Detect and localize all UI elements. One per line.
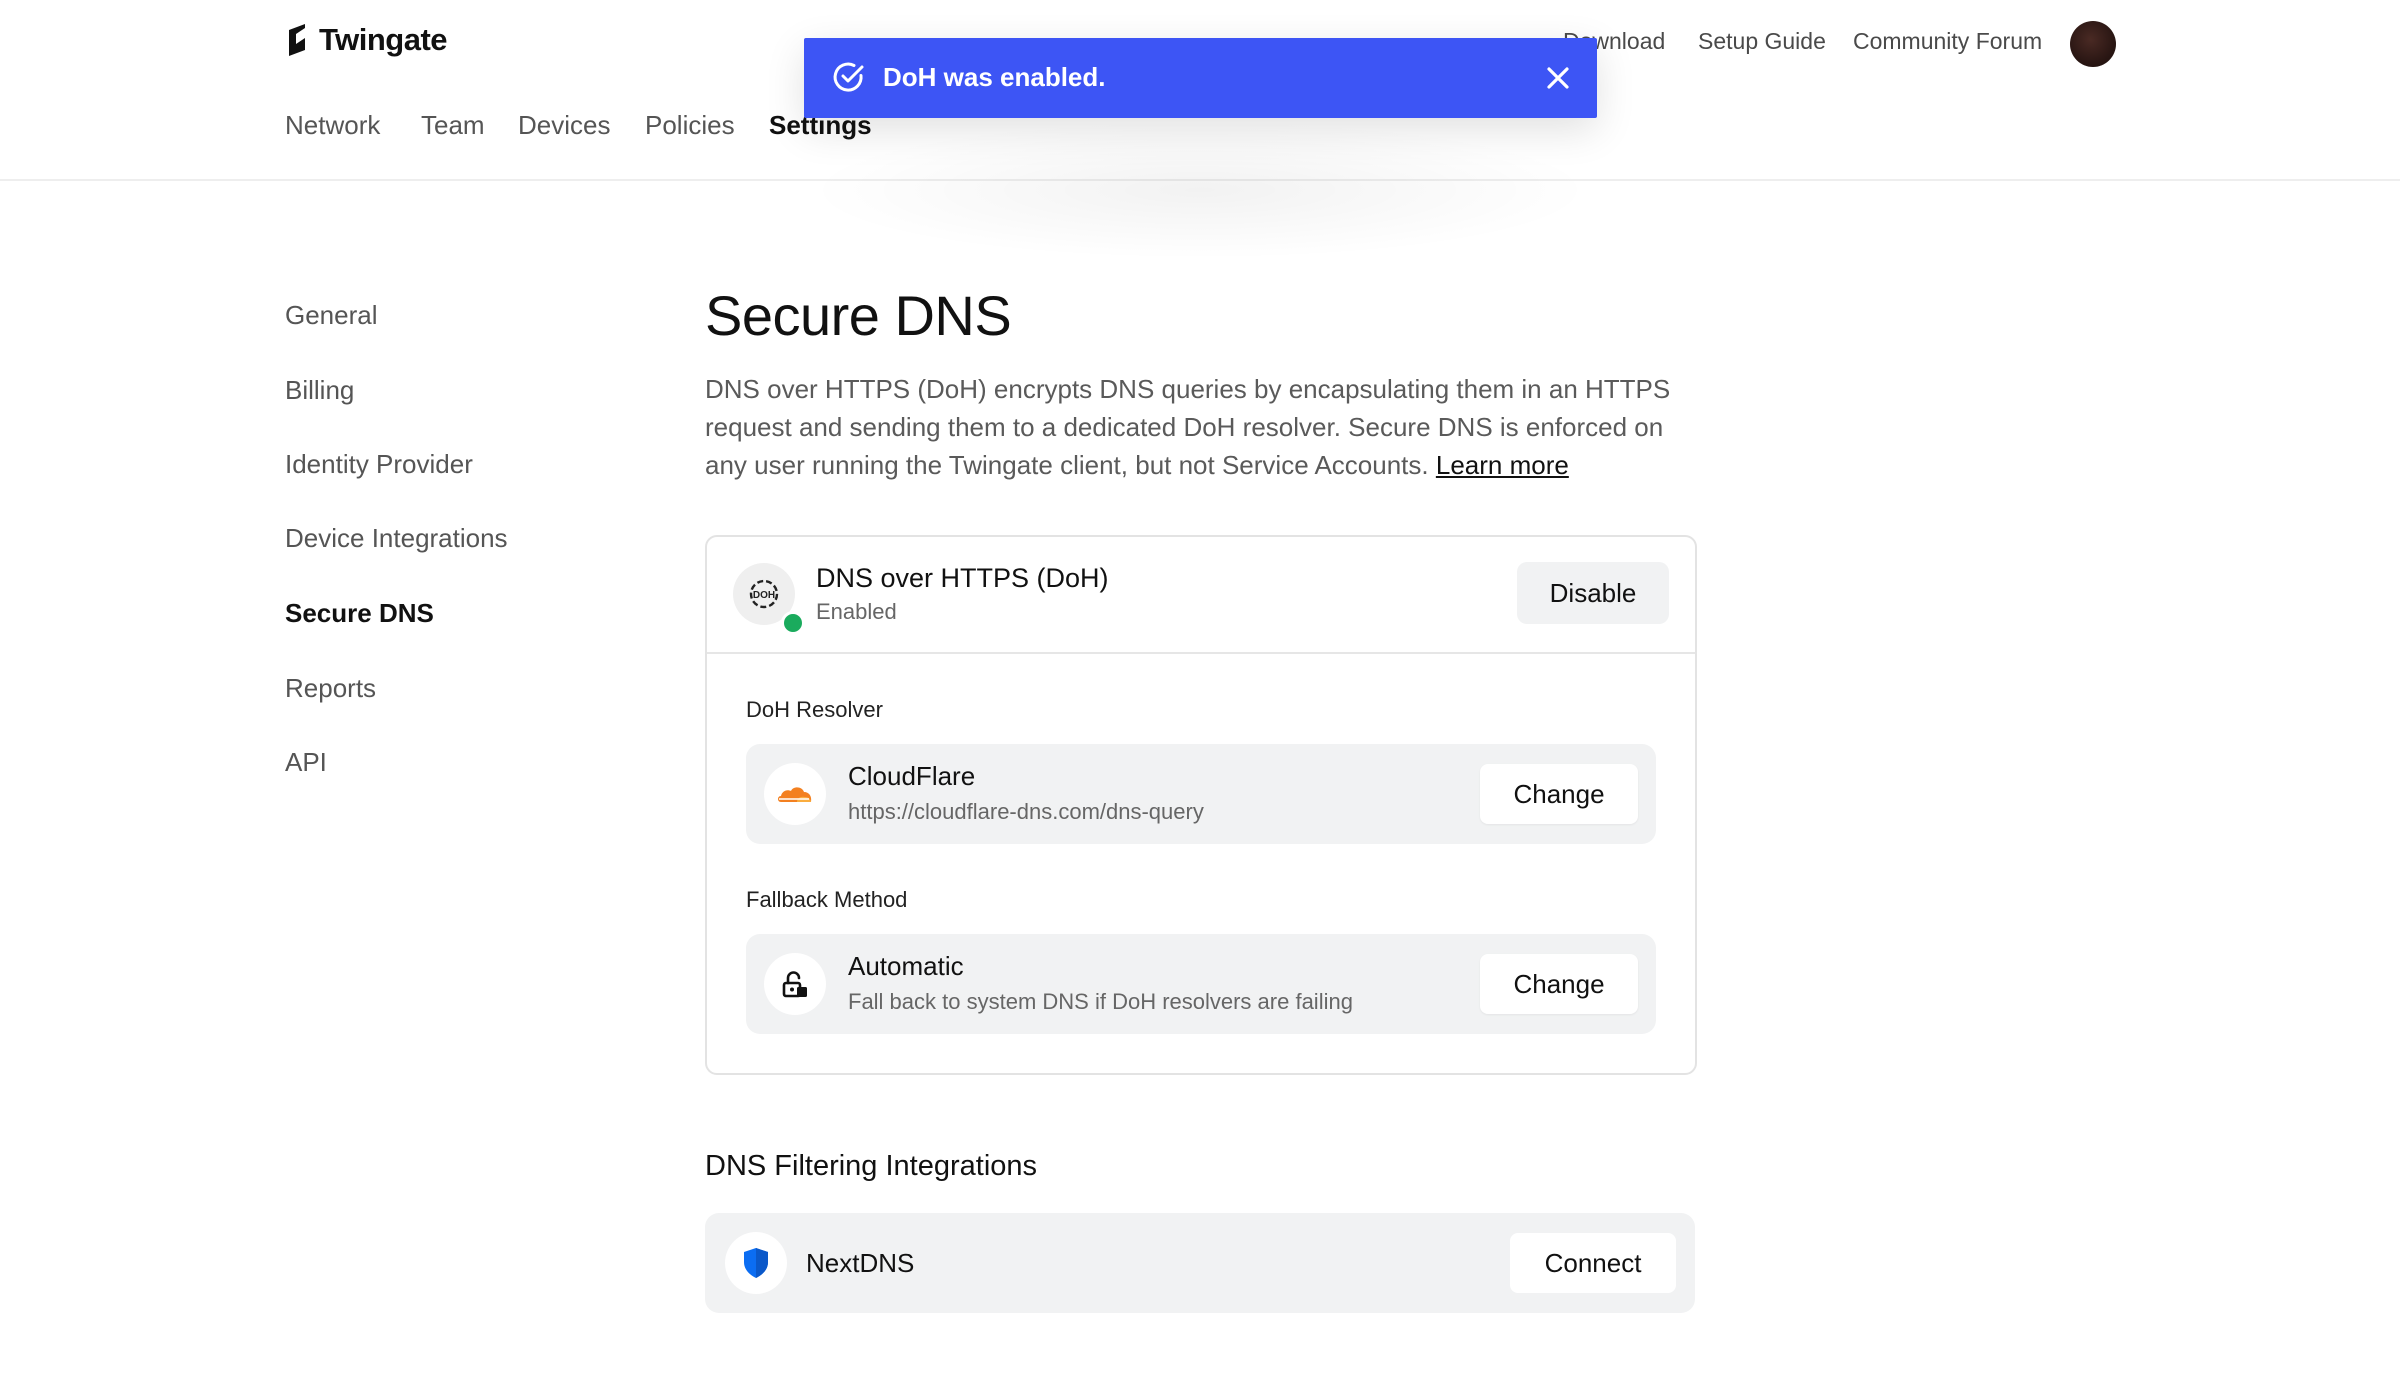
nextdns-icon-wrap: [725, 1232, 787, 1294]
doh-globe-icon: DOH: [749, 579, 779, 609]
sidebar-item-reports[interactable]: Reports: [285, 673, 376, 704]
nav-devices[interactable]: Devices: [518, 110, 610, 141]
page-description: DNS over HTTPS (DoH) encrypts DNS querie…: [705, 370, 1700, 484]
doh-title: DNS over HTTPS (DoH): [816, 563, 1109, 593]
sidebar-item-billing[interactable]: Billing: [285, 375, 354, 406]
cloudflare-cloud-icon: [778, 787, 812, 802]
nav-team[interactable]: Team: [421, 110, 485, 141]
connect-button[interactable]: Connect: [1510, 1233, 1676, 1293]
sidebar-item-secure-dns[interactable]: Secure DNS: [285, 598, 434, 629]
toast-notification: DoH was enabled.: [804, 38, 1597, 118]
fallback-description: Fall back to system DNS if DoH resolvers…: [848, 989, 1353, 1014]
doh-icon-wrap: DOH: [733, 563, 805, 635]
nav-policies[interactable]: Policies: [645, 110, 735, 141]
resolver-name: CloudFlare: [848, 761, 976, 791]
doh-card-header: DOH DNS over HTTPS (DoH) Enabled Disable: [707, 537, 1695, 654]
close-icon[interactable]: [1544, 64, 1572, 92]
shield-icon: [744, 1248, 768, 1278]
resolver-url: https://cloudflare-dns.com/dns-query: [848, 799, 1204, 824]
dns-filtering-title: DNS Filtering Integrations: [705, 1150, 1038, 1182]
doh-card: DOH DNS over HTTPS (DoH) Enabled Disable…: [705, 535, 1697, 1075]
sidebar-item-general[interactable]: General: [285, 300, 378, 331]
check-circle-icon: [833, 62, 864, 92]
fallback-row: Automatic Fall back to system DNS if DoH…: [746, 934, 1656, 1034]
learn-more-link[interactable]: Learn more: [1436, 450, 1569, 480]
doh-status: Enabled: [816, 599, 897, 624]
cloudflare-icon-wrap: [764, 763, 826, 825]
doh-resolver-label: DoH Resolver: [746, 697, 883, 722]
setup-guide-link[interactable]: Setup Guide: [1698, 28, 1826, 55]
nav-network[interactable]: Network: [285, 110, 380, 141]
user-avatar[interactable]: [2070, 21, 2116, 67]
sidebar-item-identity-provider[interactable]: Identity Provider: [285, 449, 473, 480]
toast-shadow: [804, 120, 1596, 260]
community-forum-link[interactable]: Community Forum: [1853, 28, 2042, 55]
unlock-icon: [782, 971, 807, 998]
sidebar-item-device-integrations[interactable]: Device Integrations: [285, 523, 508, 554]
svg-text:DOH: DOH: [753, 590, 775, 601]
toast-message: DoH was enabled.: [883, 62, 1106, 92]
integration-name: NextDNS: [806, 1248, 915, 1278]
integration-row-nextdns: NextDNS Connect: [705, 1213, 1695, 1313]
fallback-method-label: Fallback Method: [746, 887, 908, 912]
fallback-icon-wrap: [764, 953, 826, 1015]
fallback-name: Automatic: [848, 951, 964, 981]
change-fallback-button[interactable]: Change: [1480, 954, 1638, 1014]
page-title: Secure DNS: [705, 284, 1012, 347]
disable-button[interactable]: Disable: [1517, 562, 1669, 624]
sidebar-item-api[interactable]: API: [285, 747, 327, 778]
change-resolver-button[interactable]: Change: [1480, 764, 1638, 824]
status-dot-green: [781, 611, 805, 635]
resolver-row: CloudFlare https://cloudflare-dns.com/dn…: [746, 744, 1656, 844]
